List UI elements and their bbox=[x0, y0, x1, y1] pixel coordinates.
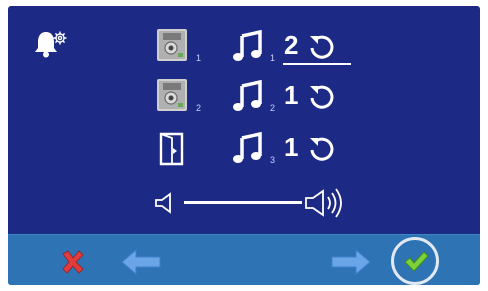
ringtone-index: 1 bbox=[270, 53, 276, 63]
volume-low-icon[interactable] bbox=[154, 192, 178, 214]
repeat-count: 1 bbox=[284, 80, 299, 110]
bottom-toolbar bbox=[8, 234, 480, 285]
repeat-icon[interactable] bbox=[308, 82, 336, 110]
door-panel-icon bbox=[157, 79, 187, 111]
selected-row-underline bbox=[283, 63, 351, 65]
volume-high-icon[interactable] bbox=[304, 188, 350, 218]
panel-index: 1 bbox=[196, 53, 202, 63]
music-note-icon[interactable] bbox=[232, 30, 266, 62]
repeat-icon[interactable] bbox=[308, 32, 336, 60]
door-icon[interactable] bbox=[158, 132, 188, 166]
ringtone-index: 3 bbox=[270, 155, 276, 165]
bell-settings-icon[interactable] bbox=[32, 26, 74, 60]
repeat-icon[interactable] bbox=[308, 134, 336, 162]
repeat-count: 1 bbox=[284, 132, 299, 162]
door-panel-icon bbox=[157, 29, 187, 61]
arrow-right-icon[interactable] bbox=[330, 247, 372, 277]
ringtone-index: 2 bbox=[270, 103, 276, 113]
volume-slider[interactable] bbox=[184, 201, 302, 204]
arrow-left-icon[interactable] bbox=[120, 247, 162, 277]
checkmark-icon bbox=[404, 251, 429, 272]
music-note-icon[interactable] bbox=[232, 80, 266, 112]
panel-index: 2 bbox=[196, 103, 202, 113]
close-icon[interactable] bbox=[60, 249, 86, 275]
intercom-screen: 1 1 2 2 2 1 3 1 bbox=[8, 6, 480, 285]
confirm-button[interactable] bbox=[391, 237, 439, 285]
repeat-count: 2 bbox=[284, 30, 299, 60]
music-note-icon[interactable] bbox=[232, 132, 266, 164]
